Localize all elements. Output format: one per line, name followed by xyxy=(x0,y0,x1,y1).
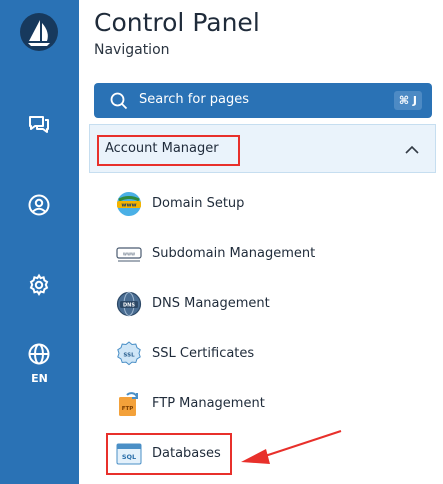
svg-text:www: www xyxy=(123,252,135,258)
globe-icon[interactable] xyxy=(27,342,51,366)
item-label: Domain Setup xyxy=(152,196,245,211)
item-label: Databases xyxy=(152,446,221,461)
gear-icon[interactable] xyxy=(27,273,51,297)
www-globe-icon: www xyxy=(116,191,142,217)
sql-database-icon: SQL xyxy=(116,441,142,467)
group-label: Account Manager xyxy=(105,141,219,156)
svg-text:SSL: SSL xyxy=(123,353,135,359)
nav-item-dns-management[interactable]: DNS DNS Management xyxy=(116,290,416,318)
svg-text:www: www xyxy=(121,203,136,209)
left-rail: EN xyxy=(0,0,79,484)
ftp-folder-icon: FTP xyxy=(116,391,142,417)
nav-item-subdomain-management[interactable]: www Subdomain Management xyxy=(116,240,416,268)
account-manager-group[interactable]: Account Manager xyxy=(89,124,436,173)
search-bar[interactable]: Search for pages ⌘ J xyxy=(94,83,432,118)
item-label: SSL Certificates xyxy=(152,346,255,361)
search-placeholder: Search for pages xyxy=(139,92,250,107)
user-circle-icon[interactable] xyxy=(27,193,51,217)
item-label: Subdomain Management xyxy=(152,246,316,261)
language-label[interactable]: EN xyxy=(0,372,79,385)
sailboat-logo-icon[interactable] xyxy=(20,13,58,51)
search-shortcut-badge: ⌘ J xyxy=(393,91,422,110)
subdomain-icon: www xyxy=(116,241,142,267)
item-label: DNS Management xyxy=(152,296,270,311)
svg-text:SQL: SQL xyxy=(122,453,136,461)
chevron-up-icon[interactable] xyxy=(405,142,419,156)
svg-text:DNS: DNS xyxy=(123,303,135,309)
nav-item-domain-setup[interactable]: www Domain Setup xyxy=(116,190,416,218)
nav-item-databases[interactable]: SQL Databases xyxy=(116,440,416,468)
chat-icon[interactable] xyxy=(27,112,51,136)
item-label: FTP Management xyxy=(152,396,265,411)
dns-globe-icon: DNS xyxy=(116,291,142,317)
nav-item-ssl-certificates[interactable]: SSL SSL Certificates xyxy=(116,340,416,368)
svg-text:FTP: FTP xyxy=(122,406,134,412)
nav-item-ftp-management[interactable]: FTP FTP Management xyxy=(116,390,416,418)
page-subtitle: Navigation xyxy=(94,42,170,58)
page-title: Control Panel xyxy=(94,8,260,37)
search-icon xyxy=(110,92,128,110)
ssl-badge-icon: SSL xyxy=(116,341,142,367)
